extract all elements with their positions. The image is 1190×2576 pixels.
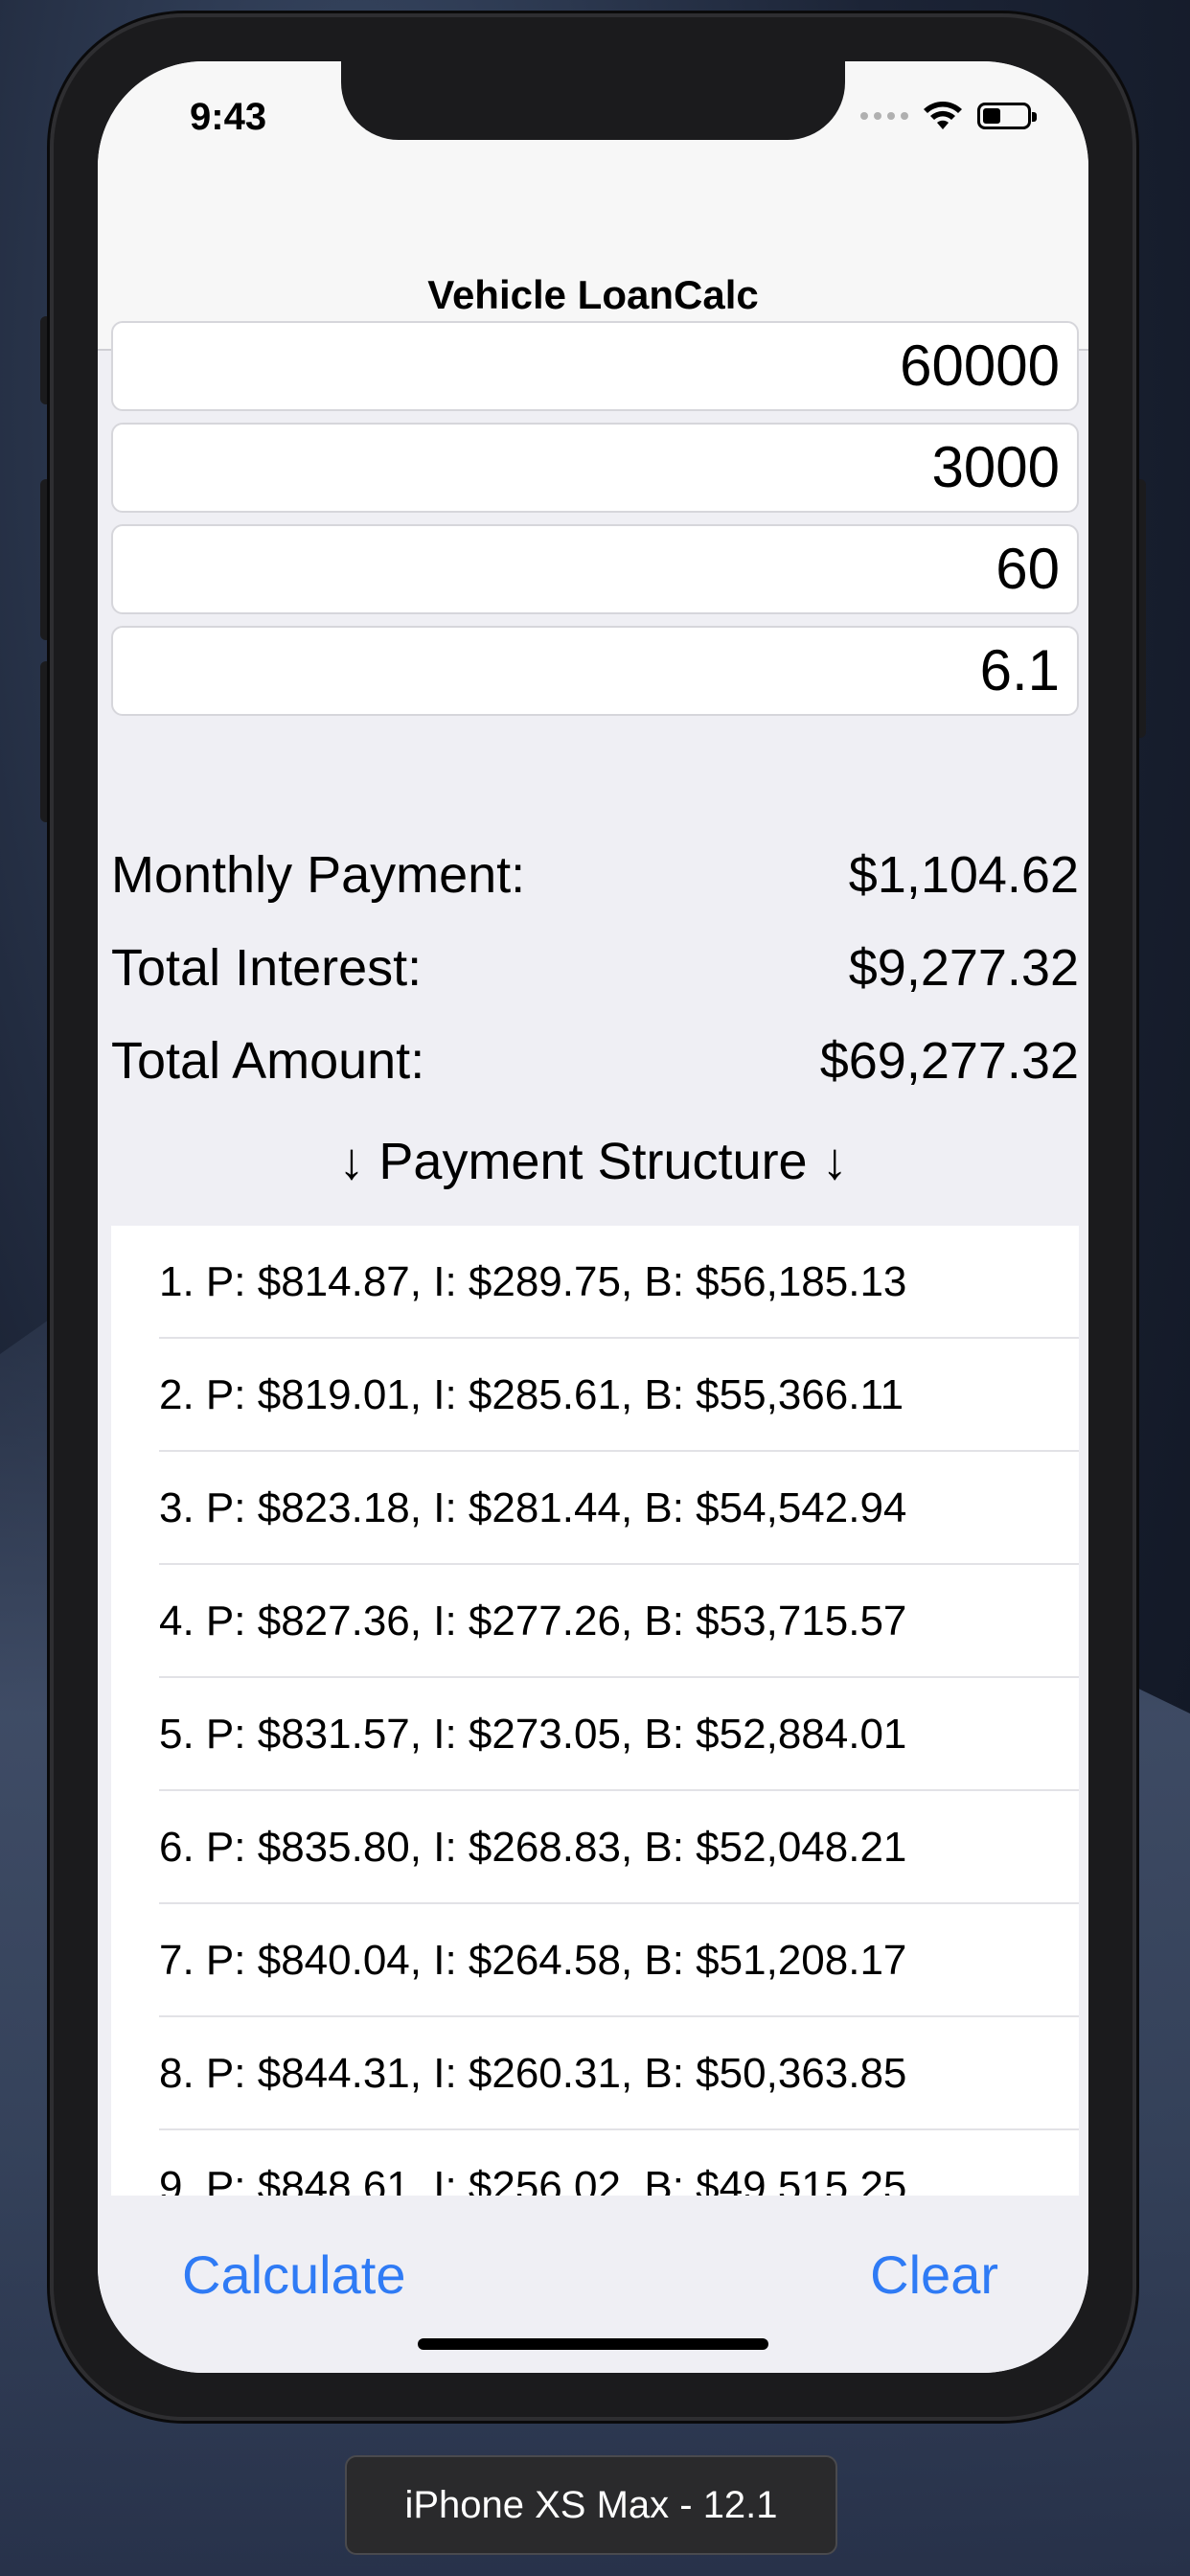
total-interest-row: Total Interest: $9,277.32: [111, 938, 1079, 1015]
status-icons: [860, 100, 1037, 132]
down-payment-field[interactable]: 3000: [111, 423, 1079, 513]
calculate-button[interactable]: Calculate: [182, 2243, 405, 2306]
home-indicator[interactable]: [418, 2338, 768, 2350]
term-months-field[interactable]: 60: [111, 524, 1079, 614]
total-amount-value: $69,277.32: [819, 1032, 1079, 1090]
notch: [341, 61, 845, 140]
wifi-icon: [924, 102, 962, 129]
clear-button[interactable]: Clear: [870, 2243, 998, 2306]
payment-row-text: 5. P: $831.57, I: $273.05, B: $52,884.01: [159, 1711, 907, 1758]
payment-row-text: 2. P: $819.01, I: $285.61, B: $55,366.11: [159, 1371, 904, 1418]
payment-row-text: 9. P: $848.61, I: $256.02, B: $49,515.25: [159, 2163, 907, 2196]
total-amount-row: Total Amount: $69,277.32: [111, 1031, 1079, 1108]
total-interest-label: Total Interest:: [111, 939, 423, 997]
table-row[interactable]: 3. P: $823.18, I: $281.44, B: $54,542.94: [111, 1452, 1079, 1565]
payment-schedule-table[interactable]: 1. P: $814.87, I: $289.75, B: $56,185.13…: [111, 1226, 1079, 2196]
table-row[interactable]: 1. P: $814.87, I: $289.75, B: $56,185.13: [111, 1226, 1079, 1339]
table-row[interactable]: 9. P: $848.61, I: $256.02, B: $49,515.25: [111, 2130, 1079, 2196]
monthly-payment-label: Monthly Payment:: [111, 846, 526, 904]
interest-rate-field[interactable]: 6.1: [111, 626, 1079, 716]
table-row[interactable]: 6. P: $835.80, I: $268.83, B: $52,048.21: [111, 1791, 1079, 1904]
table-row[interactable]: 4. P: $827.36, I: $277.26, B: $53,715.57: [111, 1565, 1079, 1678]
loan-amount-field[interactable]: 60000: [111, 321, 1079, 411]
total-interest-value: $9,277.32: [848, 939, 1079, 997]
app-screen: 9:43 Vehicle LoanCalc 60000 3000 60 6.1 …: [98, 61, 1088, 2373]
device-label: iPhone XS Max - 12.1: [345, 2455, 837, 2555]
status-time: 9:43: [190, 96, 267, 138]
page-title: Vehicle LoanCalc: [427, 272, 759, 317]
payment-row-text: 4. P: $827.36, I: $277.26, B: $53,715.57: [159, 1598, 907, 1644]
table-row[interactable]: 2. P: $819.01, I: $285.61, B: $55,366.11: [111, 1339, 1079, 1452]
payment-row-text: 7. P: $840.04, I: $264.58, B: $51,208.17: [159, 1937, 907, 1984]
monthly-payment-row: Monthly Payment: $1,104.62: [111, 845, 1079, 922]
payment-row-text: 8. P: $844.31, I: $260.31, B: $50,363.85: [159, 2050, 907, 2097]
payment-structure-header: ↓ Payment Structure ↓: [338, 1133, 848, 1190]
table-row[interactable]: 7. P: $840.04, I: $264.58, B: $51,208.17: [111, 1904, 1079, 2017]
table-row[interactable]: 8. P: $844.31, I: $260.31, B: $50,363.85: [111, 2017, 1079, 2130]
table-row[interactable]: 5. P: $831.57, I: $273.05, B: $52,884.01: [111, 1678, 1079, 1791]
total-amount-label: Total Amount:: [111, 1032, 425, 1090]
monthly-payment-value: $1,104.62: [848, 846, 1079, 904]
payment-row-text: 1. P: $814.87, I: $289.75, B: $56,185.13: [159, 1258, 907, 1305]
battery-icon: [977, 103, 1037, 129]
payment-row-text: 6. P: $835.80, I: $268.83, B: $52,048.21: [159, 1824, 907, 1871]
payment-row-text: 3. P: $823.18, I: $281.44, B: $54,542.94: [159, 1484, 907, 1531]
cellular-signal-icon: [860, 112, 908, 120]
battery-level: [983, 108, 1000, 124]
